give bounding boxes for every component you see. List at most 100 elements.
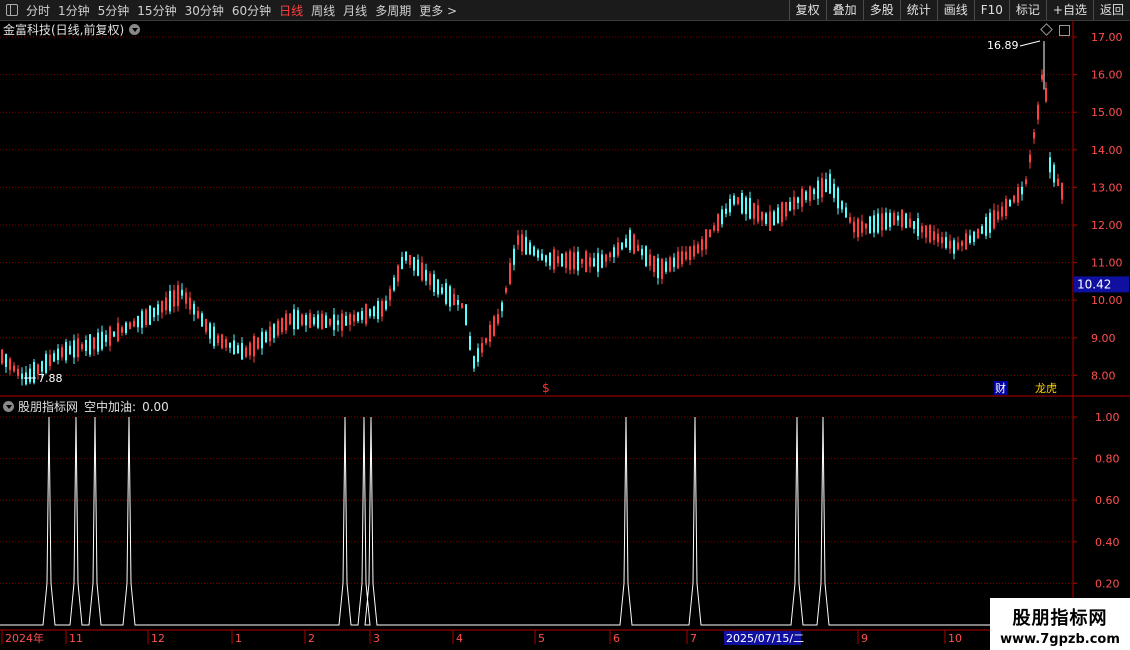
candle-body [301,314,303,326]
price-tick-label: 16.00 [1091,69,1123,82]
candle-body [417,259,419,276]
candle-body [933,231,935,241]
candle-body [221,334,223,349]
candle-body [753,203,755,219]
candle-body [629,229,631,251]
time-tick-label: 2 [308,632,315,645]
candle-body [585,251,587,273]
panel-toggle-icon[interactable] [1059,25,1070,36]
candle-body [749,197,751,219]
candle-body [253,335,255,357]
candle-body [1037,104,1039,120]
candle-body [309,313,311,328]
candle-body [737,197,739,205]
candle-body [517,235,519,245]
candle-body [289,313,291,325]
dragon-tiger-marker: 龙虎 [1035,382,1057,395]
candle-body [593,258,595,267]
candle-body [205,318,207,333]
candle-body [157,304,159,315]
candle-body [121,327,123,333]
stock-title: 金富科技(日线,前复权) [3,22,125,37]
candle-body [677,251,679,269]
candle-body [645,246,647,266]
indicator-dropdown-icon[interactable] [3,401,14,412]
indicator-series-value: 0.00 [142,399,169,414]
candle-body [721,209,723,225]
candle-body [317,314,319,328]
max-price-label: 16.89 [987,39,1019,52]
candle-body [861,221,863,233]
candle-body [349,314,351,325]
candle-body [509,263,511,284]
candle-body [325,315,327,328]
candle-body [165,297,167,311]
candle-body [757,205,759,222]
candle-body [109,326,111,346]
candle-body [845,207,847,218]
candle-body [189,297,191,310]
candle-body [93,337,95,350]
indicator-title: 股朋指标网 空中加油: 0.00 [3,398,169,415]
candle-body [813,189,815,195]
candle-body [801,188,803,207]
candle-body [153,307,155,318]
candle-body [901,209,903,228]
candle-body [357,312,359,322]
time-tick-label: 7 [690,632,697,645]
time-tick-label: 9 [861,632,868,645]
candle-body [1,349,3,364]
candle-body [13,365,15,372]
time-tick-label: 2024年 [5,631,44,645]
candle-body [481,343,483,353]
candle-body [405,251,407,261]
candle-body [941,237,943,244]
candle-body [849,217,851,223]
candle-body [785,201,787,217]
current-price-label: 10.42 [1077,277,1111,291]
candle-body [945,237,947,248]
candle-body [365,304,367,325]
candle-body [689,246,691,260]
candle-body [105,334,107,342]
kline-chart[interactable]: 17.0016.0015.0014.0013.0012.0011.0010.00… [0,0,1130,650]
dropdown-icon[interactable] [129,23,141,35]
candle-body [217,335,219,344]
candle-body [705,229,707,250]
candle-body [257,337,259,349]
candle-body [333,314,335,331]
candle-body [601,254,603,268]
candle-body [89,334,91,355]
candle-body [717,213,719,231]
candle-body [761,211,763,221]
candle-body [5,354,7,367]
candle-body [537,250,539,258]
indicator-tick-label: 1.00 [1095,411,1120,424]
candle-body [921,226,923,233]
candle-body [133,320,135,327]
candle-body [381,300,383,317]
candle-body [605,254,607,262]
indicator-line [0,416,1073,626]
price-tick-label: 14.00 [1091,144,1123,157]
candle-body [477,348,479,362]
price-tick-label: 12.00 [1091,219,1123,232]
candle-body [113,331,115,337]
candle-body [421,262,423,281]
candle-body [797,197,799,203]
candle-body [241,343,243,360]
candle-body [877,213,879,233]
candle-body [493,316,495,336]
candle-body [669,257,671,272]
candle-body [553,249,555,270]
candle-body [193,303,195,315]
candle-body [453,293,455,305]
candle-body [117,322,119,342]
indicator-series-label: 空中加油: [84,400,137,414]
watermark-url: www.7gpzb.com [1000,632,1120,647]
candle-body [841,201,843,210]
candle-body [209,323,211,339]
candle-body [965,233,967,250]
indicator-tick-label: 0.60 [1095,494,1120,507]
candle-body [1045,87,1047,102]
